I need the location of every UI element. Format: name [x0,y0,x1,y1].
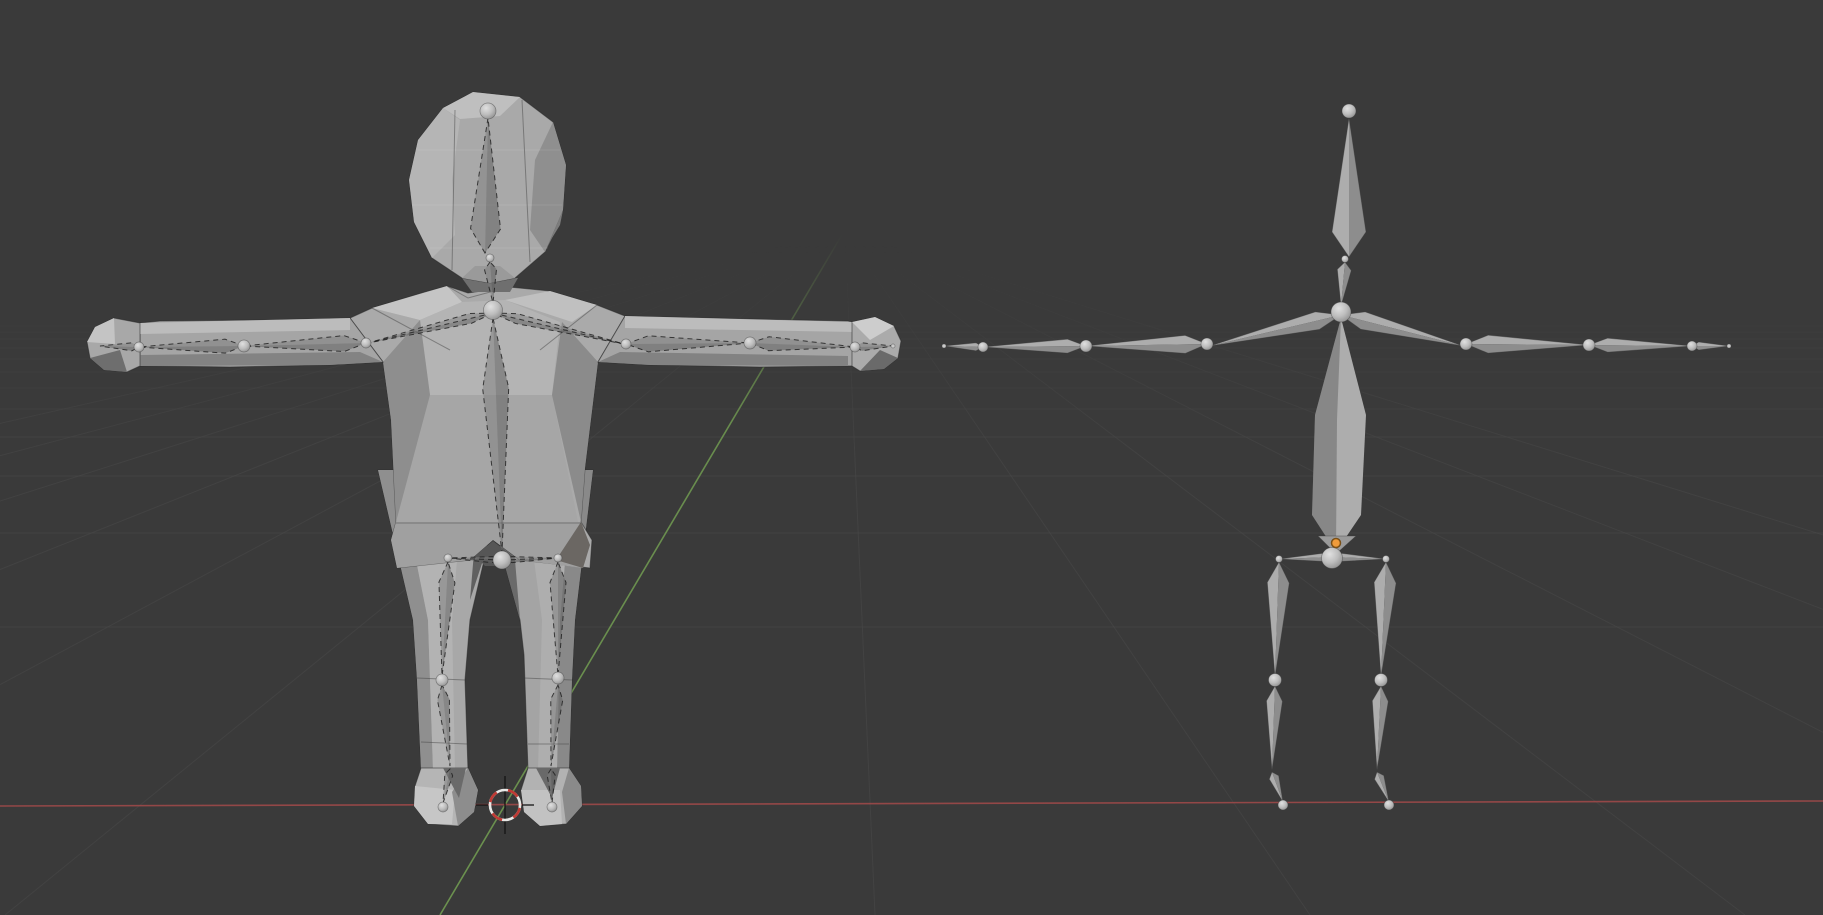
joint-sphere [436,674,448,686]
joint-sphere [1342,104,1356,118]
blender-3d-viewport[interactable] [0,0,1823,915]
joint-sphere [942,344,946,348]
joint-sphere [1276,556,1283,563]
joint-sphere [361,338,371,348]
joint-sphere [552,672,564,684]
joint-sphere [1583,339,1595,351]
joint-sphere [438,802,448,812]
joint-sphere [978,342,988,352]
joint-sphere [480,103,496,119]
joint-sphere [554,554,562,562]
joint-sphere [744,337,756,349]
joint-sphere [1384,800,1394,810]
joint-sphere [486,254,494,262]
joint-sphere [1727,344,1731,348]
joint-sphere [547,802,557,812]
joint-sphere [1080,340,1092,352]
joint-sphere [1331,302,1351,322]
joint-sphere [1375,674,1388,687]
joint-sphere [1201,338,1213,350]
joint-sphere [891,344,895,348]
joint-sphere [1687,341,1697,351]
joint-sphere [1322,548,1343,569]
joint-sphere [238,340,250,352]
object-origin-dot [1332,539,1341,548]
viewport-background [0,0,1823,915]
joint-sphere [1269,674,1282,687]
joint-sphere [621,339,631,349]
joint-sphere [444,554,452,562]
joint-sphere [134,342,144,352]
joint-sphere [1383,556,1390,563]
joint-sphere [1342,256,1349,263]
joint-sphere [484,301,503,320]
joint-sphere [850,342,860,352]
joint-sphere [493,551,511,569]
joint-sphere [1460,338,1472,350]
joint-sphere [1278,800,1288,810]
